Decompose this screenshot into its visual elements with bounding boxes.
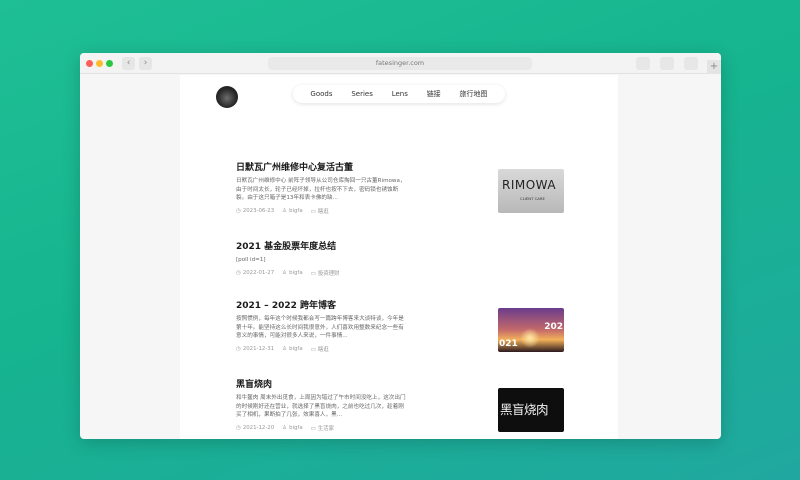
user-icon: ♙ (282, 424, 288, 431)
thumbnail-year-right: 202 (544, 322, 563, 332)
post-author[interactable]: bigfa (289, 208, 303, 214)
clock-icon: ◷ (236, 424, 241, 431)
thumbnail-subtext: CLIENT CARE (520, 196, 545, 201)
site-avatar[interactable] (216, 86, 238, 108)
post-meta: ◷ 2022-01-27 ♙ bigfa ▭ 投资理财 (236, 269, 566, 277)
user-icon: ♙ (282, 269, 288, 276)
folder-icon: ▭ (310, 425, 316, 432)
browser-window: ‹ › fatesinger.com + Goods Series Lens 链… (80, 53, 721, 439)
sunset-glow (520, 328, 540, 348)
thumbnail-logo-text: RIMOWA (502, 178, 557, 192)
nav-item-links[interactable]: 链接 (427, 89, 441, 99)
back-icon[interactable]: ‹ (122, 57, 135, 70)
nav-item-goods[interactable]: Goods (310, 90, 332, 98)
folder-icon: ▭ (310, 208, 316, 215)
user-icon: ♙ (282, 207, 288, 214)
user-icon: ♙ (282, 345, 288, 352)
post-category[interactable]: 生活家 (318, 426, 334, 432)
post-date: 2021-12-31 (242, 345, 275, 352)
post-thumbnail[interactable]: RIMOWA CLIENT CARE (498, 169, 564, 213)
close-window-button[interactable] (86, 60, 93, 67)
post-category[interactable]: 投资理财 (318, 271, 340, 277)
post-item: 2021 基金股票年度总结 [poll id=1] ◷ 2022-01-27 ♙ b… (236, 241, 566, 277)
address-bar[interactable]: fatesinger.com (268, 57, 532, 70)
post-date: 2023-06-23 (242, 207, 275, 214)
nav-item-series[interactable]: Series (351, 90, 373, 98)
post-excerpt: [poll id=1] (236, 257, 266, 263)
post-excerpt: 日默瓦广州维修中心 前阵子领导从公司仓库掏回一只古董Rimowa，由于时间太长，… (236, 178, 406, 201)
main-nav: Goods Series Lens 链接 旅行地图 (293, 85, 505, 103)
nav-item-lens[interactable]: Lens (392, 90, 408, 98)
post-date: 2021-12-20 (242, 424, 275, 431)
nav-item-travel-map[interactable]: 旅行地图 (460, 89, 488, 99)
post-category[interactable]: 瞎逛 (318, 347, 329, 353)
post-category[interactable]: 瞎逛 (318, 209, 329, 215)
post-author[interactable]: bigfa (289, 270, 303, 276)
minimize-window-button[interactable] (96, 60, 103, 67)
web-page: Goods Series Lens 链接 旅行地图 日默瓦广州维修中心复活古董 … (180, 75, 618, 439)
browser-toolbar: ‹ › fatesinger.com + (80, 53, 721, 74)
post-title[interactable]: 2021 基金股票年度总结 (236, 241, 566, 253)
post-thumbnail[interactable]: 021 202 (498, 308, 564, 352)
clock-icon: ◷ (236, 207, 241, 214)
folder-icon: ▭ (310, 270, 316, 277)
post-author[interactable]: bigfa (289, 346, 303, 352)
thumbnail-calligraphy: 黑盲烧肉 (500, 402, 549, 417)
clock-icon: ◷ (236, 269, 241, 276)
post-thumbnail[interactable]: 黑盲烧肉 (498, 388, 564, 432)
sidebar-icon[interactable] (684, 57, 698, 70)
post-author[interactable]: bigfa (289, 425, 303, 431)
thumbnail-year-left: 021 (499, 339, 518, 349)
zoom-window-button[interactable] (106, 60, 113, 67)
folder-icon: ▭ (310, 346, 316, 353)
forward-icon[interactable]: › (139, 57, 152, 70)
post-excerpt: 按照惯例，每年这个时候我都会写一篇跨年博客来大谈特谈，今年是第十年。能坚持这么长… (236, 316, 404, 339)
share-icon[interactable] (636, 57, 650, 70)
clock-icon: ◷ (236, 345, 241, 352)
post-excerpt: 和牛鳌肉 周末外出觅食，上周因为错过了午市时间没吃上，这次出门的时候刚好还在营业… (236, 395, 406, 418)
post-date: 2022-01-27 (242, 269, 275, 276)
tabs-overview-icon[interactable] (660, 57, 674, 70)
new-tab-icon[interactable]: + (707, 60, 721, 74)
